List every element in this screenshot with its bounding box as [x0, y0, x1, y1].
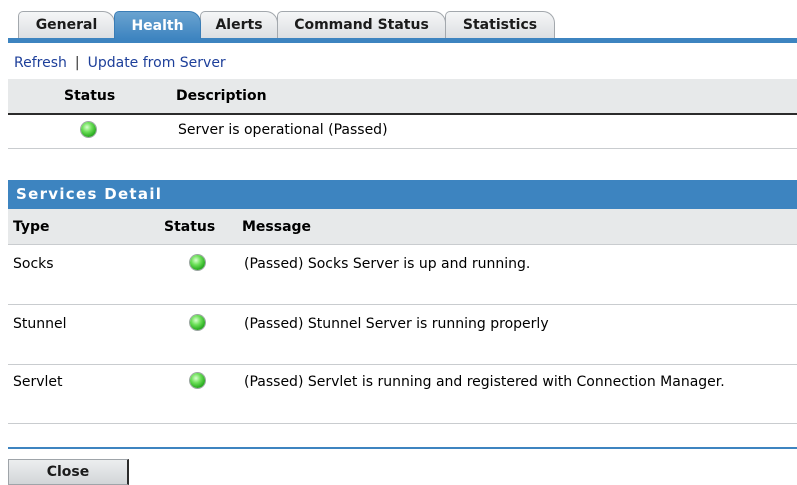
health-header-band: [8, 79, 797, 113]
tab-health[interactable]: Health: [114, 11, 201, 39]
green-status-icon: [190, 315, 205, 330]
refresh-link[interactable]: Refresh: [14, 55, 67, 71]
tab-alerts[interactable]: Alerts: [200, 11, 278, 38]
services-header-type: Type: [13, 219, 50, 235]
service-message: (Passed) Stunnel Server is running prope…: [244, 316, 549, 332]
health-header-status: Status: [64, 88, 116, 104]
link-separator: |: [74, 55, 80, 71]
services-header-status: Status: [164, 219, 216, 235]
health-row-divider: [8, 148, 797, 149]
row-divider: [8, 304, 797, 305]
row-divider: [8, 423, 797, 424]
green-status-icon: [190, 255, 205, 270]
tab-statistics[interactable]: Statistics: [445, 11, 555, 38]
update-from-server-link[interactable]: Update from Server: [88, 55, 226, 71]
tab-general[interactable]: General: [18, 11, 115, 38]
row-divider: [8, 364, 797, 365]
close-button[interactable]: Close: [8, 459, 129, 485]
health-header-description: Description: [176, 88, 267, 104]
health-description: Server is operational (Passed): [178, 122, 388, 138]
health-header-divider: [8, 113, 797, 115]
services-header-band: [8, 209, 797, 244]
service-type: Stunnel: [13, 316, 67, 332]
services-detail-title: Services Detail: [8, 180, 797, 209]
green-status-icon: [190, 373, 205, 388]
services-header-message: Message: [242, 219, 312, 235]
footer-divider: [8, 447, 797, 449]
green-status-icon: [81, 122, 96, 137]
service-message: (Passed) Socks Server is up and running.: [244, 256, 531, 272]
service-type: Servlet: [13, 374, 63, 390]
services-header-divider: [8, 244, 797, 245]
action-links: Refresh | Update from Server: [14, 55, 226, 71]
service-type: Socks: [13, 256, 54, 272]
tab-command-status[interactable]: Command Status: [277, 11, 446, 38]
service-message: (Passed) Servlet is running and register…: [244, 374, 725, 390]
tab-bar: General Health Alerts Command Status Sta…: [0, 0, 797, 48]
